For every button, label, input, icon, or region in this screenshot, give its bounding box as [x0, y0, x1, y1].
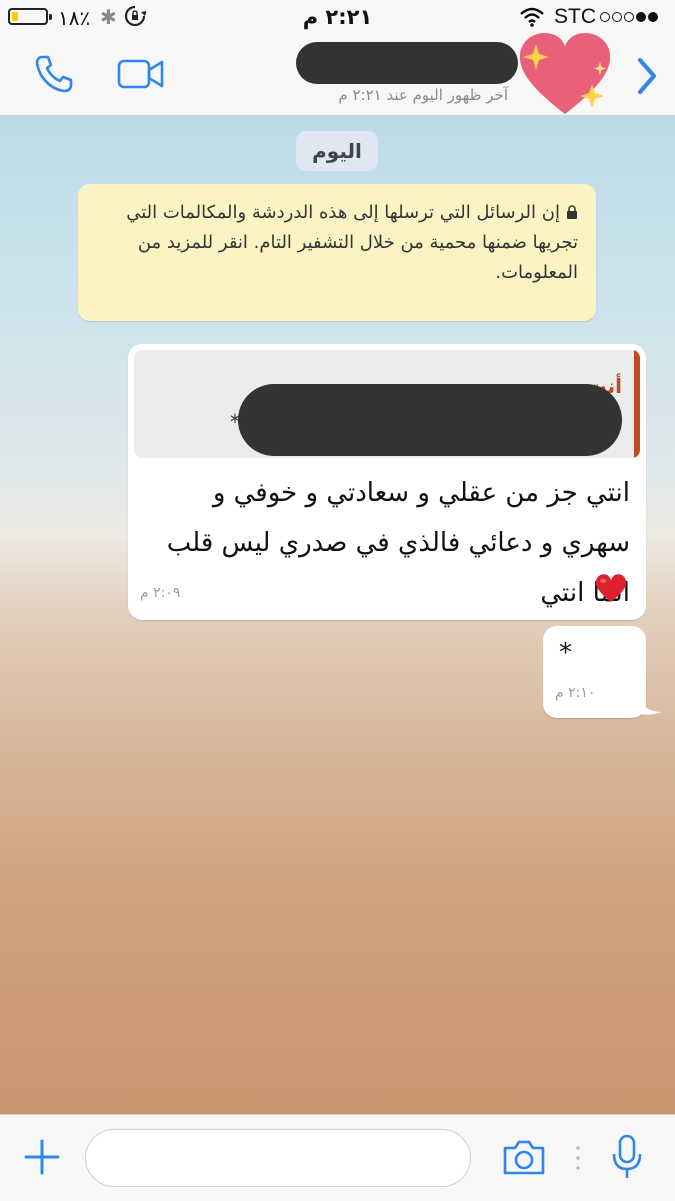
contact-name-redacted[interactable]	[296, 42, 518, 84]
separator-dots	[576, 1146, 580, 1170]
video-icon[interactable]	[116, 56, 166, 92]
bubble-tail	[640, 698, 662, 715]
chevron-right-icon[interactable]	[632, 56, 662, 96]
heart-emoji	[595, 574, 627, 602]
message-time: ٢:٠٩ م	[140, 585, 181, 601]
signal-dot	[624, 12, 634, 22]
message-text: انتي جز من عقلي و سعادتي و خوفي و سهري و…	[166, 478, 630, 608]
incoming-message-bubble[interactable]: أنت * انتي جز من عقلي و سعادتي و خوفي و …	[128, 344, 646, 620]
lock-icon	[567, 205, 577, 219]
last-seen-status: آخر ظهور اليوم عند ٢:٢١ م	[338, 86, 508, 104]
contact-avatar[interactable]	[514, 26, 616, 122]
quote-redacted-block	[238, 384, 622, 456]
signal-dot	[612, 12, 622, 22]
signal-strength-icon	[600, 12, 658, 22]
signal-dot	[600, 12, 610, 22]
phone-icon[interactable]	[32, 52, 76, 96]
message-input[interactable]	[85, 1129, 471, 1187]
camera-icon[interactable]	[501, 1137, 547, 1177]
signal-dot	[636, 12, 646, 22]
chat-header: آخر ظهور اليوم عند ٢:٢١ م	[0, 32, 675, 116]
input-bar	[0, 1114, 675, 1201]
microphone-icon[interactable]	[610, 1134, 644, 1180]
message-text: *	[559, 638, 572, 668]
outgoing-message-bubble[interactable]: * ٢:١٠ م	[543, 626, 646, 718]
quote-accent-bar	[634, 350, 640, 458]
signal-dot	[648, 12, 658, 22]
plus-icon[interactable]	[22, 1137, 62, 1177]
encryption-notice[interactable]: إن الرسائل التي ترسلها إلى هذه الدردشة و…	[78, 184, 596, 321]
quoted-message[interactable]: أنت *	[134, 350, 640, 458]
date-chip: اليوم	[296, 131, 378, 171]
wifi-icon	[520, 7, 544, 27]
message-time: ٢:١٠ م	[555, 685, 596, 701]
encryption-notice-text: إن الرسائل التي ترسلها إلى هذه الدردشة و…	[126, 202, 578, 283]
